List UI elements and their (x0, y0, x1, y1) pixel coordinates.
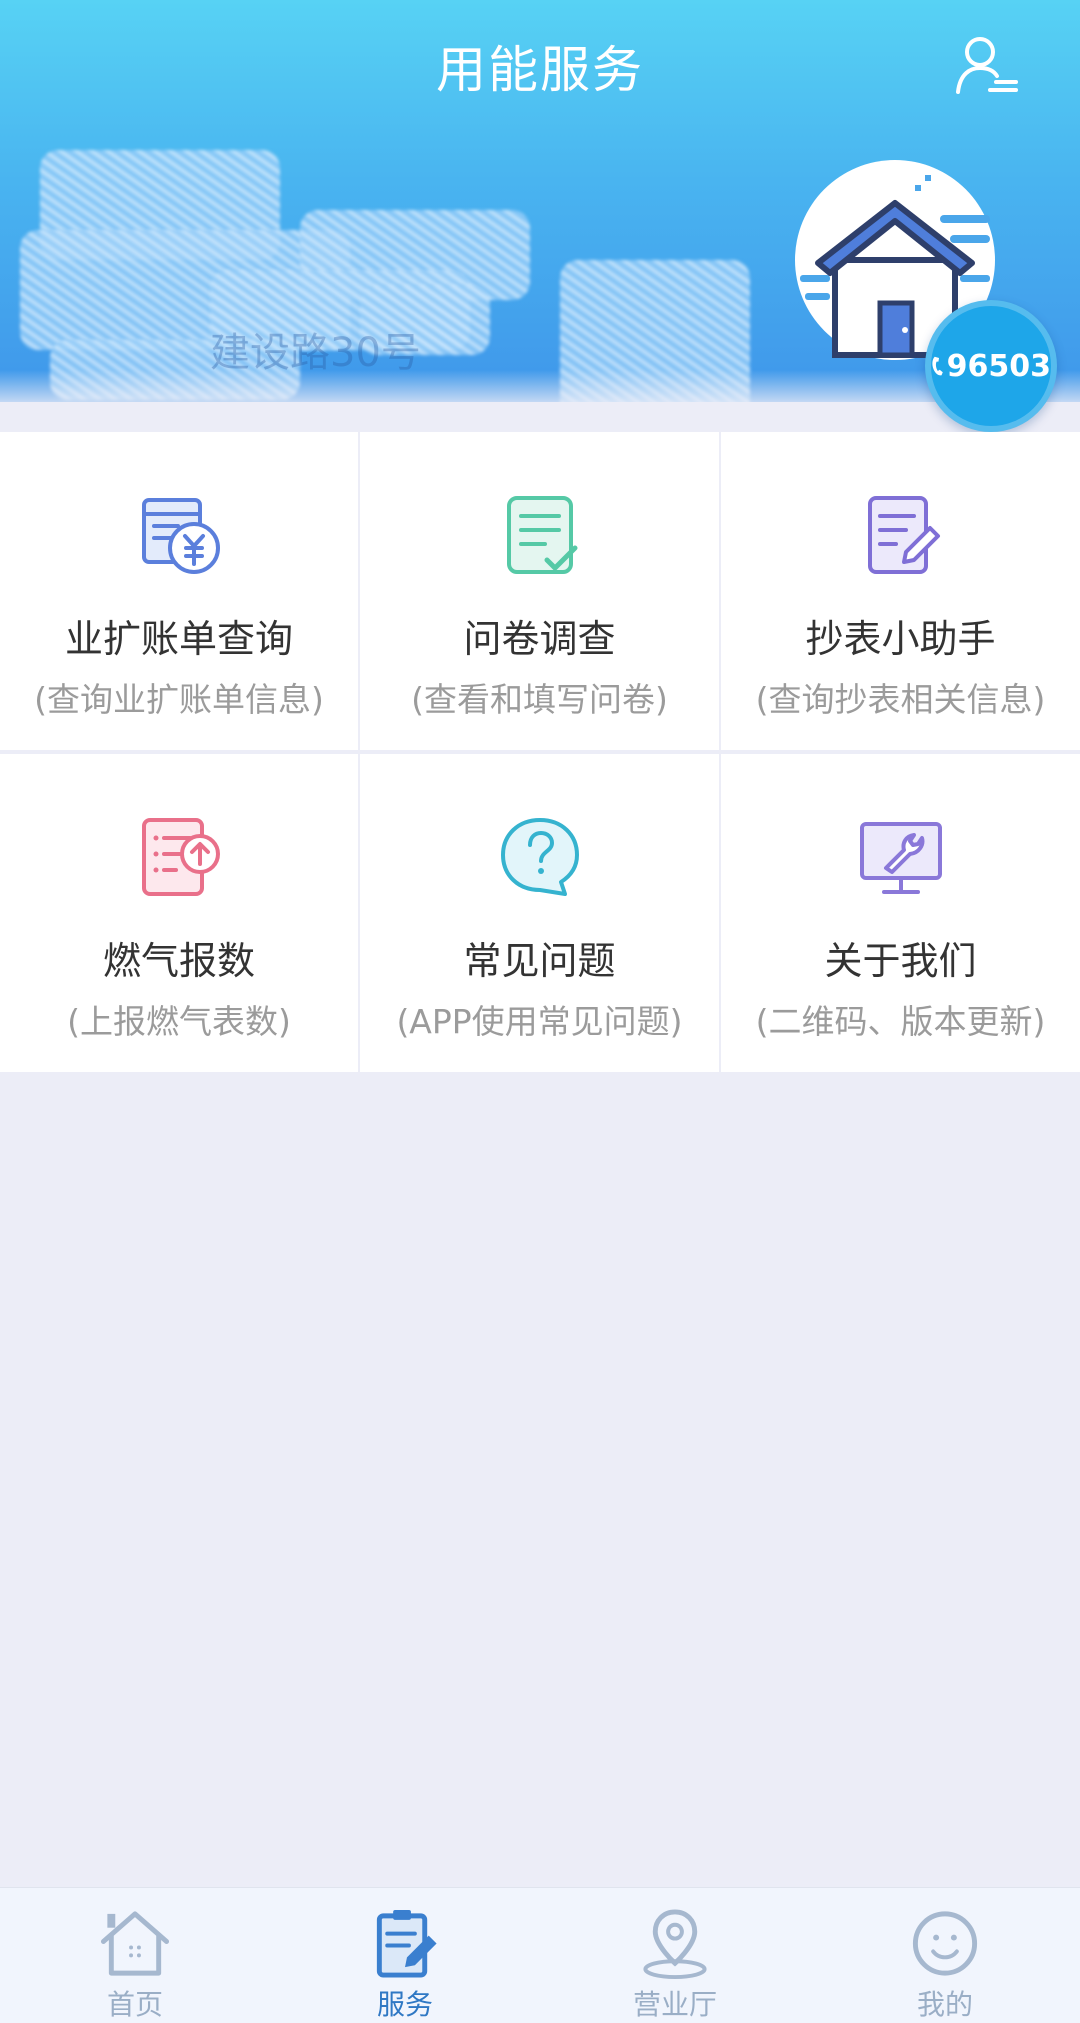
header-banner: 用能服务 建设路30号 (0, 0, 1080, 402)
service-title: 常见问题 (463, 939, 616, 983)
hotline-button[interactable]: 96503 (925, 300, 1057, 432)
phone-icon (932, 356, 943, 376)
service-subtitle: (APP使用常见问题) (396, 1002, 683, 1041)
home-icon (100, 1911, 170, 1976)
service-subtitle: (查看和填写问卷) (411, 680, 668, 719)
service-tile-bill-query[interactable]: 业扩账单查询 (查询业扩账单信息) (0, 432, 358, 750)
hotline-number: 96503 (946, 348, 1051, 384)
service-title: 问卷调查 (463, 617, 616, 661)
nav-item-business-hall[interactable]: 营业厅 (540, 1888, 810, 2023)
service-title: 业扩账单查询 (64, 617, 293, 661)
profile-icon (912, 1911, 978, 1976)
meter-edit-icon (867, 496, 940, 574)
page-title: 用能服务 (436, 41, 644, 99)
service-subtitle: (上报燃气表数) (67, 1002, 291, 1041)
nav-label: 我的 (916, 1988, 973, 2021)
service-tile-questionnaire[interactable]: 问卷调查 (查看和填写问卷) (360, 432, 719, 750)
monitor-wrench-icon (859, 822, 942, 894)
nav-label: 营业厅 (632, 1988, 717, 2021)
faq-question-icon (500, 818, 579, 896)
bill-yuan-icon (142, 498, 220, 574)
service-title: 抄表小助手 (805, 617, 996, 661)
service-subtitle: (查询业扩账单信息) (34, 680, 324, 719)
location-pin-icon (643, 1909, 707, 1980)
user-list-icon (956, 37, 1018, 94)
service-subtitle: (二维码、版本更新) (755, 1002, 1046, 1041)
report-upload-icon (142, 818, 220, 896)
nav-item-home[interactable]: 首页 (0, 1888, 270, 2023)
nav-item-service[interactable]: 服务 (270, 1888, 540, 2023)
service-tile-meter-helper[interactable]: 抄表小助手 (查询抄表相关信息) (721, 432, 1080, 750)
questionnaire-check-icon (506, 496, 577, 574)
nav-item-mine[interactable]: 我的 (810, 1888, 1080, 2023)
service-subtitle: (查询抄表相关信息) (755, 680, 1046, 719)
service-tile-faq[interactable]: 常见问题 (APP使用常见问题) (360, 754, 719, 1072)
nav-label: 首页 (106, 1988, 163, 2021)
service-title: 关于我们 (824, 939, 977, 983)
nav-label: 服务 (376, 1988, 433, 2021)
user-menu-button[interactable] (950, 30, 1022, 102)
service-tile-about-us[interactable]: 关于我们 (二维码、版本更新) (721, 754, 1080, 1072)
bottom-nav: 首页 服务 营业厅 我的 (0, 1887, 1080, 2023)
service-title: 燃气报数 (102, 939, 255, 983)
service-clipboard-icon (376, 1909, 437, 1978)
service-tile-gas-report[interactable]: 燃气报数 (上报燃气表数) (0, 754, 358, 1072)
address-area: 建设路30号 (20, 150, 750, 402)
service-grid: 业扩账单查询 (查询业扩账单信息) 问卷调查 (查看和填写问卷) 抄表小助手 (… (0, 432, 1080, 1072)
